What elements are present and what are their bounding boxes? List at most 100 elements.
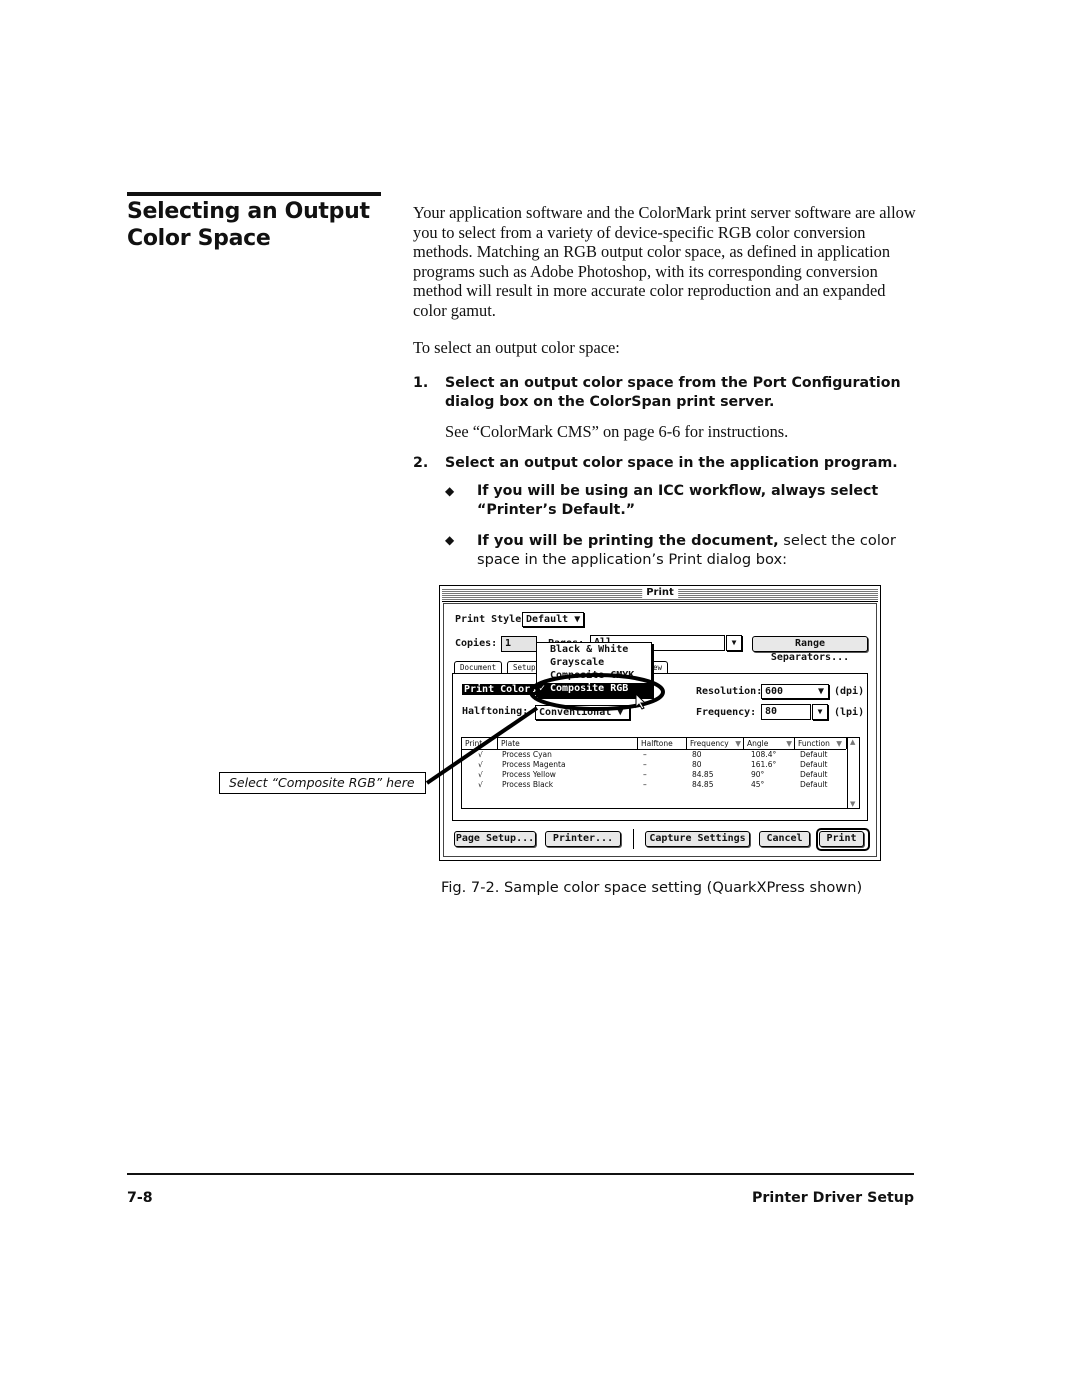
angle-value: 161.6° — [751, 760, 777, 769]
button-separator — [633, 829, 634, 849]
frequency-dropdown-button[interactable]: ▼ — [812, 704, 828, 720]
halftoning-label: Halftoning: — [462, 706, 529, 717]
step-number: 1. — [413, 375, 429, 391]
angle-value: 45° — [751, 780, 765, 789]
chevron-down-icon: ▼ — [617, 707, 624, 718]
figure-caption: Fig. 7-2. Sample color space setting (Qu… — [441, 879, 863, 896]
bullet-text: If you will be printing the document, se… — [477, 531, 917, 569]
print-colors-label: Print Colors: — [462, 684, 545, 695]
angle-value: 108.4° — [751, 750, 777, 759]
frequency-unit: (lpi) — [834, 707, 865, 718]
bullet-text: If you will be using an ICC workflow, al… — [477, 482, 917, 520]
print-check[interactable]: √ — [478, 760, 483, 769]
heading-rule — [127, 192, 381, 196]
menu-item-grayscale[interactable]: Grayscale — [550, 657, 604, 668]
sort-arrow-icon: ▼ — [836, 739, 842, 748]
column-header-plate[interactable]: Plate — [498, 738, 638, 749]
menu-item-composite-cmyk[interactable]: Composite CMYK — [550, 670, 634, 681]
print-check[interactable]: √ — [478, 750, 483, 759]
function-value: Default — [800, 750, 828, 759]
sort-arrow-icon: ▼ — [735, 739, 741, 748]
resolution-select[interactable]: 600 ▼ — [761, 684, 829, 699]
halftone-value: – — [643, 760, 647, 769]
function-value: Default — [800, 760, 828, 769]
chevron-down-icon: ▼ — [817, 686, 824, 697]
frequency-value: 84.85 — [692, 770, 714, 779]
menu-item-label: Composite RGB — [550, 683, 629, 694]
step-number: 2. — [413, 455, 429, 471]
bullet-bold: If you will be printing the document, — [477, 532, 779, 549]
scroll-up-icon[interactable]: ▲ — [850, 738, 855, 746]
column-header-function[interactable]: Function ▼ — [795, 738, 847, 749]
column-header-angle[interactable]: Angle ▼ — [744, 738, 795, 749]
print-style-select[interactable]: Default ▼ — [522, 612, 584, 627]
print-style-label: Print Style: — [455, 614, 528, 625]
chevron-down-icon: ▼ — [817, 707, 823, 716]
diamond-bullet-icon: ◆ — [445, 484, 455, 498]
plates-table: Print Plate Halftone Frequency ▼ Angle ▼ F… — [461, 737, 860, 809]
section-title: Selecting an Output Color Space — [127, 198, 387, 252]
cancel-button[interactable]: Cancel — [759, 831, 810, 847]
print-check[interactable]: √ — [478, 770, 483, 779]
frequency-label: Frequency: — [696, 707, 757, 718]
intro-paragraph: Your application software and the ColorM… — [413, 203, 916, 320]
bullet-bold: If you will be using an ICC workflow, al… — [477, 483, 879, 518]
sort-arrow-icon: ▼ — [786, 739, 792, 748]
copies-label: Copies: — [455, 638, 498, 649]
scroll-down-icon[interactable]: ▼ — [850, 800, 855, 808]
capture-settings-button[interactable]: Capture Settings — [645, 831, 750, 847]
halftoning-select[interactable]: Conventional ▼ — [535, 705, 630, 720]
resolution-label: Resolution: — [696, 686, 763, 697]
function-value: Default — [800, 780, 828, 789]
angle-value: 90° — [751, 770, 765, 779]
plate-name: Process Yellow — [502, 770, 556, 779]
frequency-value: 80 — [692, 760, 702, 769]
plate-name: Process Black — [502, 780, 554, 789]
plate-name: Process Cyan — [502, 750, 552, 759]
diamond-bullet-icon: ◆ — [445, 533, 455, 547]
menu-item-black-white[interactable]: Black & White — [550, 644, 628, 655]
frequency-input[interactable]: 80 — [761, 704, 811, 720]
copies-input[interactable]: 1 — [501, 636, 537, 652]
chapter-title: Printer Driver Setup — [751, 1190, 914, 1206]
section-title-line-1: Selecting an Output — [127, 199, 370, 224]
print-colors-menu[interactable]: Black & White Grayscale Composite CMYK ✓… — [536, 642, 652, 697]
section-title-line-2: Color Space — [127, 226, 271, 251]
print-button[interactable]: Print — [819, 831, 864, 847]
resolution-unit: (dpi) — [834, 686, 865, 697]
halftone-value: – — [643, 780, 647, 789]
table-scrollbar[interactable]: ▲ ▼ — [847, 738, 859, 808]
column-header-frequency[interactable]: Frequency ▼ — [687, 738, 744, 749]
column-header-halftone[interactable]: Halftone — [638, 738, 687, 749]
menu-item-composite-rgb[interactable]: ✓ Composite RGB — [537, 683, 651, 696]
print-style-value: Default — [526, 614, 569, 625]
frequency-value: 84.85 — [692, 780, 714, 789]
print-check[interactable]: √ — [478, 780, 483, 789]
frequency-value: 80 — [692, 750, 702, 759]
page-number: 7-8 — [127, 1190, 153, 1206]
printer-button[interactable]: Printer... — [545, 831, 621, 847]
halftoning-value: Conventional — [539, 707, 612, 718]
pages-dropdown-button[interactable]: ▼ — [726, 635, 742, 651]
dialog-title: Print — [642, 587, 678, 598]
checkmark-icon: ✓ — [539, 683, 546, 694]
procedure-intro: To select an output color space: — [413, 338, 620, 357]
range-separators-button[interactable]: Range Separators... — [752, 636, 868, 663]
tab-document[interactable]: Document — [454, 661, 503, 673]
dialog-titlebar: Print — [442, 587, 878, 602]
step-text: Select an output color space in the appl… — [445, 455, 898, 471]
step-text: Select an output color space from the Po… — [445, 375, 901, 410]
callout-label: Select “Composite RGB” here — [219, 772, 426, 794]
function-value: Default — [800, 770, 828, 779]
resolution-value: 600 — [765, 686, 784, 697]
print-dialog: Print Print Style: Default ▼ Copies: 1 P… — [439, 585, 881, 861]
chevron-down-icon: ▼ — [731, 638, 737, 647]
page-setup-button[interactable]: Page Setup... — [454, 831, 536, 847]
footer-rule — [127, 1173, 914, 1175]
plate-name: Process Magenta — [502, 760, 566, 769]
chevron-down-icon: ▼ — [574, 614, 581, 625]
halftone-value: – — [643, 770, 647, 779]
step-1-note: See “ColorMark CMS” on page 6-6 for inst… — [445, 422, 789, 441]
halftone-value: – — [643, 750, 647, 759]
column-header-print[interactable]: Print — [462, 738, 498, 749]
